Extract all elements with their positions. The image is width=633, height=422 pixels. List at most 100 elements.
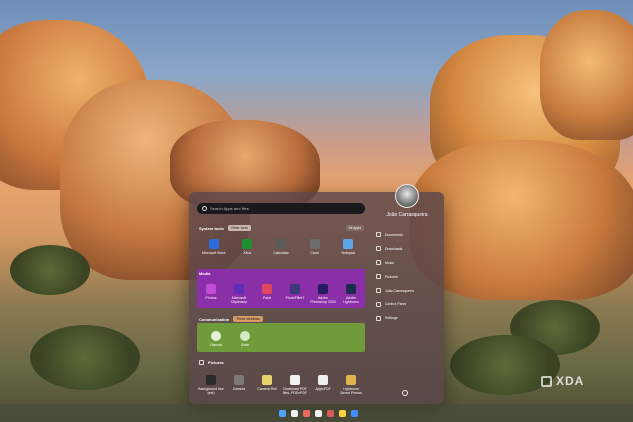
app-label: Notepad [341,251,355,255]
app-label: PhotoFiltre7 [285,296,305,300]
rock-formation [540,10,633,140]
app-notepad[interactable]: Notepad [335,239,361,255]
photos-icon [206,284,216,294]
task-view-icon[interactable] [303,410,310,417]
file-explorer-icon[interactable] [351,410,358,417]
pictures-row: Background blur (ext) Camera Camera Roll… [197,375,365,395]
communication-header: Communication Three windows [199,316,263,322]
picture-item-camera[interactable]: Camera [226,375,252,395]
microsoft-store-icon [208,239,219,249]
folder-settings[interactable]: Settings [376,311,442,325]
xda-logo-icon [541,375,552,387]
app-discord[interactable]: Discord [203,331,229,347]
chrome-icon[interactable] [339,410,346,417]
app-photofiltre[interactable]: PhotoFiltre7 [282,284,308,304]
system-tools-title: System tools [199,225,224,231]
xda-watermark: XDA [541,374,584,388]
media-title: Media [199,271,211,276]
xbox-icon [242,239,253,249]
app-label: Microsoft Store [202,251,226,255]
folder-music[interactable]: Music [376,256,442,270]
start-menu-left-pane: Search Apps and files System tools Other… [189,192,370,404]
folder-list: Documents Downloads Music Pictures João … [376,228,442,325]
picture-item-camera-roll[interactable]: Camera Roll [254,375,280,395]
media-row: Photos Microsoft Clipchamp Paint PhotoFi… [197,284,365,304]
folder-label: João Carrasqueira [385,288,414,293]
user-name: João Carrasqueira [386,212,428,218]
control-panel-icon [376,301,381,307]
app-label: Calculator [273,251,289,255]
folder-user[interactable]: João Carrasqueira [376,284,442,298]
edge-icon[interactable] [327,410,334,417]
app-label: Paint [263,296,271,300]
clock-icon [309,239,320,249]
search-placeholder: Search Apps and files [210,206,249,211]
start-icon[interactable] [279,410,286,417]
start-menu: Search Apps and files System tools Other… [189,184,444,404]
pictures-section-icon [199,360,204,365]
folder-downloads[interactable]: Downloads [376,242,442,256]
search-input[interactable]: Search Apps and files [197,203,365,214]
pictures-header: Pictures [199,360,224,365]
folder-label: Settings [385,316,398,321]
folder-control-panel[interactable]: Control Panel [376,297,442,311]
folder-icon [262,375,272,385]
app-paint[interactable]: Paint [254,284,280,304]
three-windows-chip[interactable]: Three windows [233,316,263,322]
folder-icon [234,375,244,385]
app-label: Slack [240,343,250,347]
avatar[interactable] [395,184,419,208]
folder-documents[interactable]: Documents [376,228,442,242]
other-tools-chip[interactable]: Other tools [227,225,252,231]
picture-item-lightroom-saved[interactable]: Lightroom Saved Photos [338,375,364,395]
picture-item-background-blur[interactable]: Background blur (ext) [198,375,224,395]
photoshop-icon [318,284,328,294]
app-clock[interactable]: Clock [302,239,328,255]
communication-title: Communication [199,316,230,322]
app-label: Clock [310,251,319,255]
app-microsoft-store[interactable]: Microsoft Store [201,239,227,255]
app-label: JpgtoPDF [315,387,331,391]
folder-label: Control Panel [385,302,407,307]
app-photos[interactable]: Photos [198,284,224,304]
taskbar-icons [279,410,358,417]
store-icon[interactable] [315,410,322,417]
folder-icon [346,375,356,385]
picture-item-download-pdf[interactable]: Download PDF files..PDEnPDF [282,375,308,395]
discord-icon [211,331,221,341]
file-icon [318,375,328,385]
media-header: Media [199,271,210,276]
app-label: Download PDF files..PDEnPDF [282,387,308,395]
power-icon[interactable] [402,390,408,396]
app-clipchamp[interactable]: Microsoft Clipchamp [226,284,252,304]
taskbar [0,404,633,422]
xda-text: XDA [556,374,585,388]
app-label: Microsoft Clipchamp [230,296,248,304]
app-calculator[interactable]: Calculator [268,239,294,255]
folder-label: Documents [385,232,403,237]
slack-icon [240,331,250,341]
search-icon[interactable] [291,410,298,417]
settings-icon [376,315,381,321]
app-photoshop[interactable]: Adobe Photoshop 2024 [310,284,336,304]
folder-label: Music [385,260,395,265]
photofiltre-icon [290,284,300,294]
app-label: Background blur (ext) [198,387,224,395]
picture-item-jpgtopdf[interactable]: JpgtoPDF [310,375,336,395]
app-lightroom[interactable]: Adobe Lightroom [338,284,364,304]
desert-shrub [10,245,90,295]
paint-icon [262,284,272,294]
app-label: Camera Roll [257,387,277,391]
folder-label: Pictures [385,274,398,279]
app-xbox[interactable]: Xbox [234,239,260,255]
folder-icon [206,375,216,385]
download-icon [376,246,381,252]
app-slack[interactable]: Slack [232,331,258,347]
folder-pictures[interactable]: Pictures [376,270,442,284]
all-apps-button[interactable]: All apps [345,225,364,231]
folder-label: Downloads [385,246,403,251]
system-tools-header: System tools Other tools [199,225,252,231]
system-tools-row: Microsoft Store Xbox Calculator Clock No… [197,239,365,255]
calculator-icon [275,239,286,249]
app-label: Xbox [243,251,252,255]
